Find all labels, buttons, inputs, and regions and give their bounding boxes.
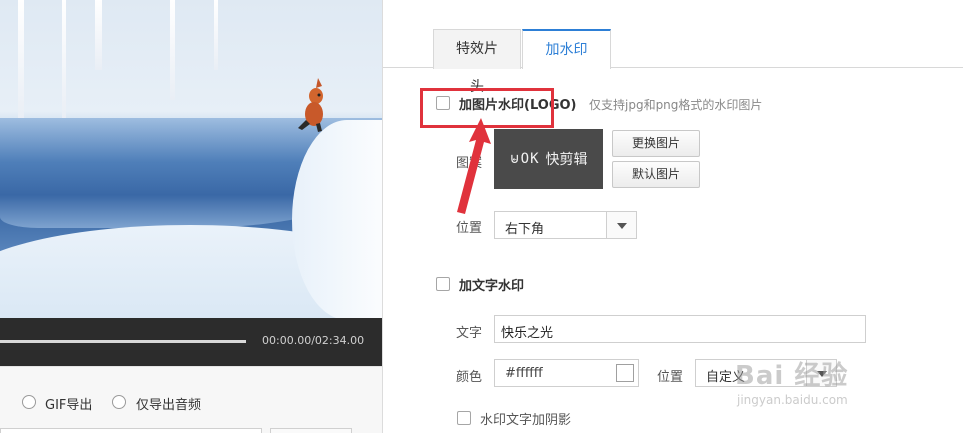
tab-intro-effects[interactable]: 特效片头 bbox=[433, 29, 521, 95]
replace-image-button[interactable]: 更换图片 bbox=[612, 130, 700, 157]
tab-bar: 特效片头 加水印 bbox=[383, 0, 963, 95]
tree-trunk bbox=[214, 0, 218, 70]
watermark-main-text: Bai 经验 bbox=[735, 361, 849, 391]
image-position-select[interactable]: 右下角 bbox=[494, 211, 637, 239]
logo-text: 快剪辑 bbox=[545, 152, 588, 168]
output-path-field[interactable] bbox=[0, 428, 262, 433]
tree-trunk bbox=[18, 0, 24, 120]
tree-trunk bbox=[170, 0, 175, 100]
kuaijianji-logo-icon: ⊌ОK bbox=[509, 151, 540, 167]
color-label: 颜色 bbox=[456, 370, 483, 385]
watermark-url: jingyan.baidu.com bbox=[737, 393, 848, 407]
time-display: 00:00.00/02:34.00 bbox=[262, 334, 365, 347]
red-arrow-icon bbox=[457, 118, 491, 214]
color-swatch[interactable] bbox=[616, 364, 634, 382]
watermark-text-value: 快乐之光 bbox=[501, 326, 554, 341]
default-image-button[interactable]: 默认图片 bbox=[612, 161, 700, 188]
video-frame[interactable] bbox=[0, 0, 382, 318]
export-options: GIF导出 仅导出音频 bbox=[0, 366, 382, 433]
watermark-text-input[interactable]: 快乐之光 bbox=[494, 315, 866, 343]
logo-preview: ⊌ОK 快剪辑 bbox=[494, 129, 603, 189]
text-position-label: 位置 bbox=[657, 370, 684, 385]
text-watermark-checkbox[interactable] bbox=[436, 277, 450, 291]
text-label: 文字 bbox=[456, 326, 483, 341]
image-position-value: 右下角 bbox=[505, 222, 545, 237]
tree-trunk bbox=[95, 0, 102, 70]
color-value: #ffffff bbox=[505, 366, 543, 381]
player-controls: 00:00.00/02:34.00 bbox=[0, 318, 382, 366]
gif-export-radio[interactable] bbox=[22, 395, 36, 409]
text-watermark-label[interactable]: 加文字水印 bbox=[459, 275, 524, 294]
fox-character bbox=[298, 78, 323, 132]
text-shadow-checkbox[interactable] bbox=[457, 411, 471, 425]
text-shadow-label[interactable]: 水印文字加阴影 bbox=[480, 409, 571, 428]
audio-only-label[interactable]: 仅导出音频 bbox=[136, 394, 201, 413]
color-input[interactable]: #ffffff bbox=[494, 359, 639, 387]
browse-button[interactable] bbox=[270, 428, 352, 433]
chevron-down-icon[interactable] bbox=[606, 212, 636, 238]
baidu-jingyan-watermark: Bai 经验 jingyan.baidu.com bbox=[735, 355, 963, 415]
settings-panel: 特效片头 加水印 加图片水印(LOGO) 仅支持jpg和png格式的水印图片 图… bbox=[382, 0, 963, 433]
image-format-hint: 仅支持jpg和png格式的水印图片 bbox=[589, 98, 763, 112]
audio-only-radio[interactable] bbox=[112, 395, 126, 409]
preview-panel: 00:00.00/02:34.00 GIF导出 仅导出音频 bbox=[0, 0, 382, 433]
progress-bar[interactable] bbox=[0, 340, 246, 343]
gif-export-label[interactable]: GIF导出 bbox=[45, 394, 92, 413]
tree-trunk bbox=[62, 0, 66, 120]
tab-add-watermark[interactable]: 加水印 bbox=[522, 29, 611, 69]
